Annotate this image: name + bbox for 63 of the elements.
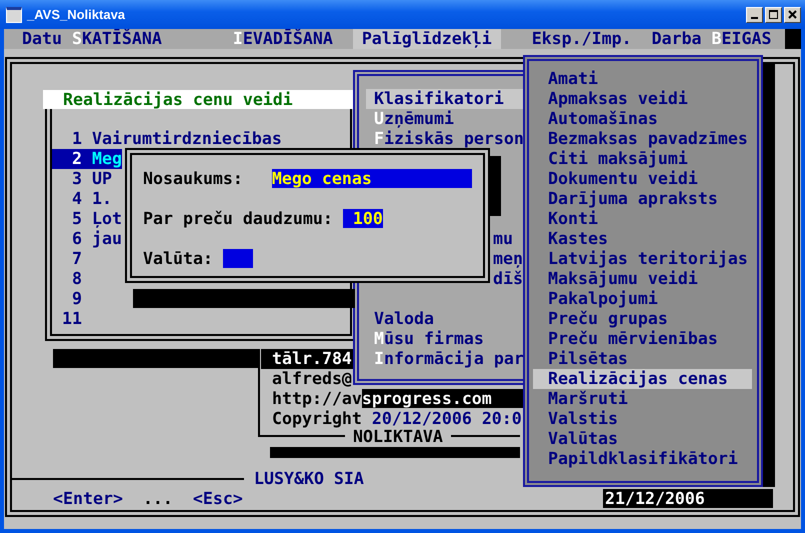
- key-hint: <Enter>: [53, 489, 123, 509]
- menu-item[interactable]: Darba BEIGAS: [652, 29, 772, 49]
- list-item[interactable]: Meg: [82, 149, 122, 169]
- maximize-button[interactable]: [765, 6, 782, 22]
- menu-item[interactable]: Maršruti: [534, 389, 752, 409]
- row-number: 4: [71, 189, 82, 209]
- window-title: _AVS_Noliktava: [27, 7, 126, 22]
- menu-item[interactable]: Apmaksas veidi: [534, 89, 752, 109]
- input-field[interactable]: Mego cenas: [272, 169, 472, 188]
- date-display: 21/12/2006: [603, 489, 773, 508]
- menu-item[interactable]: Latvijas teritorijas: [534, 249, 752, 269]
- menu-item[interactable]: Palīglīdzekļi: [352, 29, 501, 49]
- menu-item[interactable]: Kastes: [534, 229, 752, 249]
- copyright-label: Copyright: [272, 409, 362, 429]
- input-field[interactable]: 100: [342, 209, 383, 228]
- menu-item[interactable]: Citi maksājumi: [534, 149, 752, 169]
- row-number: 3: [71, 169, 82, 189]
- row-number: 1: [71, 129, 82, 149]
- input-field[interactable]: [222, 249, 253, 268]
- key-hint: ...: [142, 489, 173, 509]
- field-label: Nosaukums:: [143, 169, 243, 189]
- row-number: 9: [71, 289, 82, 309]
- menu-item[interactable]: Papildklasifikātori: [534, 449, 752, 469]
- menu-item[interactable]: Bezmaksas pavadzīmes: [534, 129, 752, 149]
- menu-item[interactable]: Darījuma apraksts: [534, 189, 752, 209]
- window-icon: [6, 6, 22, 22]
- field-label: Par preču daudzumu:: [143, 209, 333, 229]
- menu-item[interactable]: Pilsētas: [534, 349, 752, 369]
- list-item[interactable]: Ļot: [82, 209, 122, 229]
- list-item[interactable]: Vairumtirdzniecības: [82, 129, 282, 149]
- list-title: Realizācijas cenu veidi: [43, 90, 355, 109]
- menu-item[interactable]: Eksp./Imp.: [532, 29, 632, 49]
- row-number: 2: [52, 149, 82, 169]
- close-icon: [788, 10, 797, 19]
- list-item[interactable]: UP: [82, 169, 112, 189]
- row-number: 7: [71, 249, 82, 269]
- menu-item[interactable]: Dokumentu veidi: [534, 169, 752, 189]
- minimize-button[interactable]: [746, 6, 763, 22]
- row-number: 6: [71, 229, 82, 249]
- filled-block: [785, 29, 801, 49]
- email-text: alfreds@: [272, 369, 352, 389]
- maximize-icon: [769, 10, 778, 19]
- field-label: Valūta:: [143, 249, 213, 269]
- row-number: 11: [61, 309, 82, 329]
- list-item[interactable]: jau: [82, 229, 122, 249]
- menu-item[interactable]: Konti: [534, 209, 752, 229]
- minimize-icon: [751, 16, 758, 18]
- menu-item[interactable]: Maksājumu veidi: [534, 269, 752, 289]
- menu-item[interactable]: Preču mērvienības: [534, 329, 752, 349]
- list-item[interactable]: 1.: [82, 189, 112, 209]
- menu-item[interactable]: Amati: [534, 69, 752, 89]
- menu-item[interactable]: Valūtas: [534, 429, 752, 449]
- menu-item[interactable]: Preču grupas: [534, 309, 752, 329]
- menu-item[interactable]: Automašīnas: [534, 109, 752, 129]
- company-name: LUSY&KO SIA: [253, 469, 365, 489]
- row-number: 5: [71, 209, 82, 229]
- close-button[interactable]: [784, 6, 801, 22]
- build-date: 20/12/2006 20:0: [372, 409, 522, 429]
- menu-item[interactable]: Realizācijas cenas: [533, 369, 752, 389]
- menu-item[interactable]: Pakalpojumi: [534, 289, 752, 309]
- key-hint: <Esc>: [192, 489, 243, 509]
- row-number: 8: [71, 269, 82, 289]
- menu-item[interactable]: Valstis: [534, 409, 752, 429]
